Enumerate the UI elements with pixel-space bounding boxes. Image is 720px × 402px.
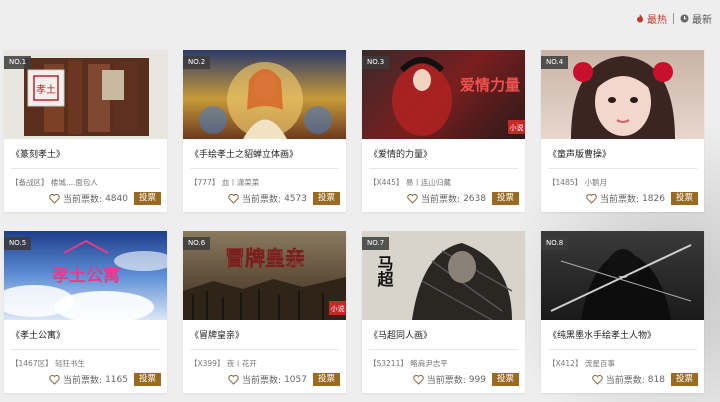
sort-new-label: 最新 [692, 14, 712, 26]
heart-icon [228, 193, 239, 204]
vote-count: 1826 [642, 193, 665, 204]
vote-count-label: 当前票数: [421, 195, 461, 205]
vote-area: 当前票数: 2638 投票 [407, 192, 519, 205]
xiaoshuo-tag: 小说 [331, 304, 345, 313]
vote-count: 2638 [463, 193, 486, 204]
battle-art-text: 冒牌皇亲 [225, 246, 305, 270]
vote-area: 当前票数: 999 投票 [413, 373, 519, 386]
vote-count-label: 当前票数: [242, 195, 282, 205]
vote-count: 4840 [105, 193, 128, 204]
entry-card: NO.2 《手绘孝土之貂蝉立体画》 【777】 血丨潇菜菜 当前票数: 4573… [183, 50, 346, 212]
vote-area: 当前票数: 1826 投票 [586, 192, 698, 205]
vote-count-label: 当前票数: [63, 376, 103, 386]
rank-badge: NO.8 [541, 237, 569, 250]
rank-badge: NO.2 [183, 56, 211, 69]
entry-thumbnail[interactable]: 马超 NO.7 [362, 231, 525, 320]
entry-card: 爱情力量 小说 NO.3 《爱情的力量》 【X445】 易丨连山归藏 当前票数:… [362, 50, 525, 212]
seal-text: 孝土 [36, 83, 56, 96]
entry-card: 孝土公寓 NO.5 《孝土公寓》 【1467区】 轻狂书生 当前票数: 1165… [4, 231, 167, 393]
entry-thumbnail[interactable]: 孝土公寓 NO.5 [4, 231, 167, 320]
entry-meta: 【1467区】 轻狂书生 [11, 359, 85, 368]
vote-count-label: 当前票数: [600, 195, 640, 205]
entry-title[interactable]: 《手绘孝土之貂蝉立体画》 [190, 139, 339, 169]
entry-title[interactable]: 《篆刻孝土》 [11, 139, 160, 169]
sort-hot-tab[interactable]: 最热 [636, 11, 667, 26]
vote-area: 当前票数: 1165 投票 [49, 373, 161, 386]
heart-icon [407, 193, 418, 204]
heart-icon [586, 193, 597, 204]
xiaoshuo-tag: 小说 [510, 123, 524, 132]
entry-meta: 【X412】 流星百事 [548, 359, 615, 368]
heart-icon [228, 374, 239, 385]
entry-title[interactable]: 《马超同人画》 [369, 320, 518, 350]
rank-badge: NO.4 [541, 56, 569, 69]
rank-badge: NO.6 [183, 237, 211, 250]
vote-button[interactable]: 投票 [312, 373, 340, 386]
vote-area: 当前票数: 1057 投票 [228, 373, 340, 386]
vote-area: 当前票数: 4573 投票 [228, 192, 340, 205]
entry-thumbnail[interactable]: 爱情力量 小说 NO.3 [362, 50, 525, 139]
vote-area: 当前票数: 818 投票 [592, 373, 698, 386]
entry-thumbnail[interactable]: 冒牌皇亲 小说 NO.6 [183, 231, 346, 320]
vote-count: 818 [647, 374, 665, 385]
entry-meta: 【S3211】 略肩尹志平 [369, 359, 448, 368]
clock-icon [680, 14, 689, 23]
vote-count-label: 当前票数: [426, 376, 466, 386]
entry-title[interactable]: 《纯黑墨水手绘孝土人物》 [548, 320, 697, 350]
entry-card: 冒牌皇亲 小说 NO.6 《冒牌皇亲》 【X399】 夜丨花开 当前票数: 10… [183, 231, 346, 393]
heart-icon [49, 374, 60, 385]
rank-badge: NO.7 [362, 237, 390, 250]
vote-count-label: 当前票数: [63, 195, 103, 205]
vote-button[interactable]: 投票 [133, 373, 161, 386]
entry-title[interactable]: 《冒牌皇亲》 [190, 320, 339, 350]
sort-new-tab[interactable]: 最新 [680, 11, 712, 26]
flame-icon [636, 13, 644, 23]
rank-badge: NO.3 [362, 56, 390, 69]
heart-icon [49, 193, 60, 204]
sky-art-text: 孝土公寓 [52, 265, 120, 286]
sort-bar: 最热 最新 [636, 10, 712, 26]
vote-area: 当前票数: 4840 投票 [49, 192, 161, 205]
entry-meta: 【777】 血丨潇菜菜 [190, 178, 260, 187]
entry-thumbnail[interactable]: NO.8 [541, 231, 704, 320]
entry-meta: 【1485】 小鹅月 [548, 178, 607, 187]
vote-button[interactable]: 投票 [133, 192, 161, 205]
entry-meta: 【X445】 易丨连山归藏 [369, 178, 451, 187]
vote-button[interactable]: 投票 [491, 192, 519, 205]
entry-card: 马超 NO.7 《马超同人画》 【S3211】 略肩尹志平 当前票数: 999 … [362, 231, 525, 393]
entry-meta: 【备战区】 楼城....面包人 [11, 178, 98, 187]
entry-card: NO.8 《纯黑墨水手绘孝土人物》 【X412】 流星百事 当前票数: 818 … [541, 231, 704, 393]
love-art-text: 爱情力量 [460, 76, 520, 94]
vote-button[interactable]: 投票 [670, 192, 698, 205]
rank-badge: NO.1 [4, 56, 32, 69]
sort-divider [673, 12, 674, 24]
entry-thumbnail[interactable]: NO.2 [183, 50, 346, 139]
sort-hot-label: 最热 [647, 14, 667, 26]
entry-card: NO.4 《童声版曹操》 【1485】 小鹅月 当前票数: 1826 投票 [541, 50, 704, 212]
vote-count: 1165 [105, 374, 128, 385]
entry-thumbnail[interactable]: 孝土 NO.1 [4, 50, 167, 139]
vote-count-label: 当前票数: [242, 376, 282, 386]
vote-count: 999 [468, 374, 486, 385]
entry-title[interactable]: 《孝土公寓》 [11, 320, 160, 350]
entry-title[interactable]: 《爱情的力量》 [369, 139, 518, 169]
entry-title[interactable]: 《童声版曹操》 [548, 139, 697, 169]
entry-thumbnail[interactable]: NO.4 [541, 50, 704, 139]
entry-card: 孝土 NO.1 《篆刻孝土》 【备战区】 楼城....面包人 当前票数: 484… [4, 50, 167, 212]
vote-button[interactable]: 投票 [491, 373, 519, 386]
vote-count: 1057 [284, 374, 307, 385]
vote-count: 4573 [284, 193, 307, 204]
vote-button[interactable]: 投票 [670, 373, 698, 386]
vote-count-label: 当前票数: [605, 376, 645, 386]
entries-grid: 孝土 NO.1 《篆刻孝土》 【备战区】 楼城....面包人 当前票数: 484… [4, 50, 704, 393]
heart-icon [592, 374, 603, 385]
entry-meta: 【X399】 夜丨花开 [190, 359, 257, 368]
heart-icon [413, 374, 424, 385]
machao-art-text: 马超 [375, 255, 395, 288]
vote-button[interactable]: 投票 [312, 192, 340, 205]
rank-badge: NO.5 [4, 237, 32, 250]
